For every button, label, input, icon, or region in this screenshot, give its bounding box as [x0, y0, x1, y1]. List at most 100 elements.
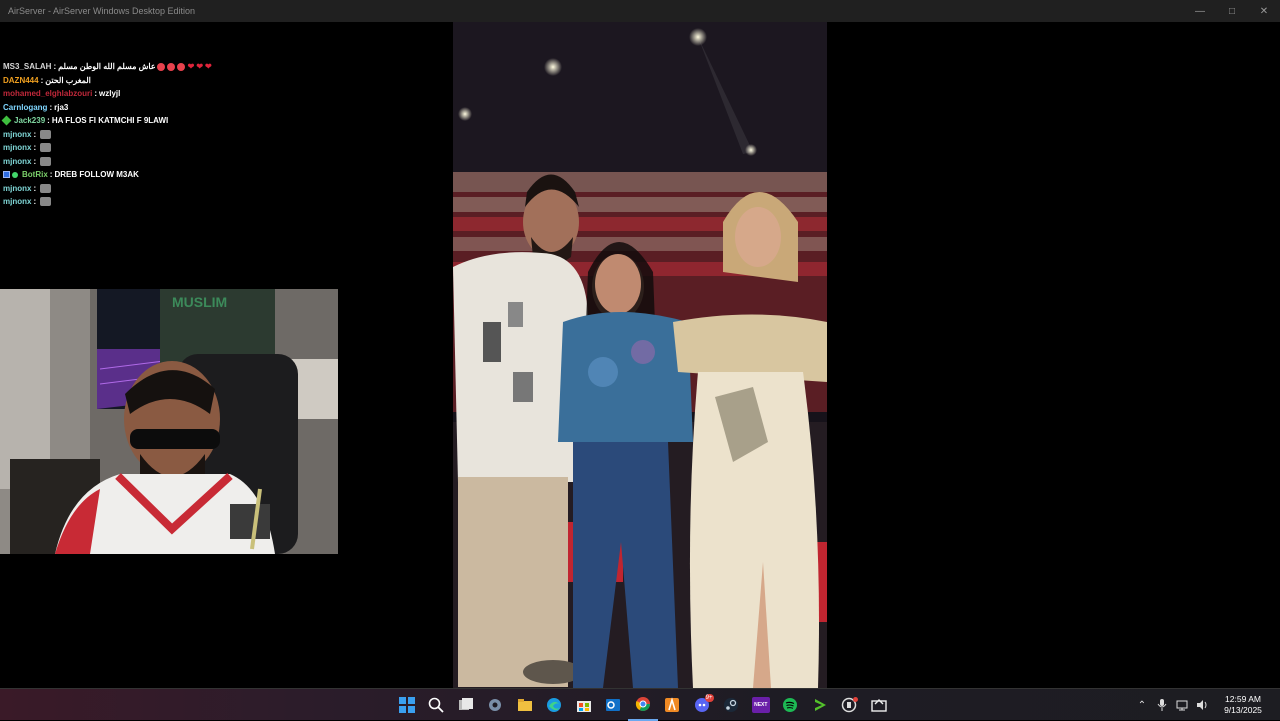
- kick-next-icon: NEXT: [751, 697, 770, 713]
- chat-text: HA FLOS FI KATMCHI F 9LAWI: [51, 116, 169, 126]
- discord-badge: 9+: [704, 694, 714, 702]
- kick-next-label: NEXT: [754, 702, 768, 708]
- chat-username[interactable]: mjnonx: [3, 184, 31, 193]
- chat-message: mohamed_elghlabzouri: wzlyjl: [3, 87, 433, 101]
- chat-text: DREB FOLLOW M3AK: [54, 170, 139, 180]
- microphone-icon: [1157, 699, 1167, 711]
- store-button[interactable]: [569, 689, 599, 721]
- volume-button[interactable]: [1192, 689, 1212, 721]
- chat-username[interactable]: mjnonx: [3, 197, 31, 206]
- window-titlebar: AirServer - AirServer Windows Desktop Ed…: [0, 0, 1280, 22]
- chat-username[interactable]: Carnlogang: [3, 103, 47, 112]
- show-hidden-icons-button[interactable]: ⌃: [1132, 689, 1152, 721]
- app-orange-button[interactable]: [658, 689, 688, 721]
- car-emote-icon: [40, 197, 52, 207]
- clock-date: 9/13/2025: [1224, 705, 1262, 715]
- chat-separator: :: [33, 183, 37, 193]
- heart-emote-icon: ❤: [187, 62, 195, 72]
- subscriber-badge-icon: [1, 115, 12, 126]
- app-orange-icon: [665, 697, 680, 712]
- monitor-app-button[interactable]: [864, 689, 894, 721]
- task-view-button[interactable]: [451, 689, 481, 721]
- chat-username[interactable]: mjnonx: [3, 130, 31, 139]
- chat-message: DAZN444: المغرب الحتن: [3, 74, 433, 88]
- chat-message: Jack239: HA FLOS FI KATMCHI F 9LAWI: [1, 114, 433, 128]
- webcam-image: MUSLIM: [0, 289, 338, 554]
- maximize-button[interactable]: □: [1216, 0, 1248, 22]
- webcam-sign-text: MUSLIM: [172, 294, 227, 310]
- search-button[interactable]: [422, 689, 452, 721]
- microphone-button[interactable]: [1152, 689, 1172, 721]
- chat-message: mjnonx:: [3, 128, 433, 142]
- chat-username[interactable]: DAZN444: [3, 76, 39, 85]
- chat-username[interactable]: mjnonx: [3, 157, 31, 166]
- chat-username[interactable]: mohamed_elghlabzouri: [3, 89, 92, 98]
- clock-time: 12:59 AM: [1225, 694, 1261, 704]
- chevron-up-icon: ⌃: [1137, 699, 1147, 711]
- media-player-button[interactable]: [805, 689, 835, 721]
- chat-username[interactable]: Jack239: [14, 116, 45, 125]
- steam-button[interactable]: [717, 689, 747, 721]
- chat-text: عاش مسلم الله الوطن مسلم: [58, 62, 156, 72]
- close-icon: ✕: [1259, 5, 1269, 17]
- window-title: AirServer - AirServer Windows Desktop Ed…: [8, 6, 196, 16]
- heart-emote-icon: ❤: [196, 62, 204, 72]
- chat-separator: :: [47, 116, 50, 126]
- mirrored-photo: [453, 22, 827, 688]
- monitor-app-icon: [871, 699, 887, 712]
- angry-face-emote-icon: [166, 62, 175, 71]
- notification-dot: [853, 697, 858, 702]
- chat-text: rja3: [54, 102, 69, 112]
- bot-badge-icon: [3, 171, 10, 179]
- outlook-button[interactable]: [599, 689, 629, 721]
- edge-icon: [547, 698, 562, 712]
- car-emote-icon: [40, 156, 52, 166]
- chat-username[interactable]: mjnonx: [3, 143, 31, 152]
- game-bar-button[interactable]: [835, 689, 865, 721]
- minimize-button[interactable]: —: [1184, 0, 1216, 22]
- car-emote-icon: [40, 143, 52, 153]
- edge-button[interactable]: [540, 689, 570, 721]
- verified-badge-icon: [12, 171, 18, 178]
- system-tray: ⌃ 12:59 AM 9/13/2025: [1132, 689, 1280, 721]
- chat-text: المغرب الحتن: [45, 75, 91, 85]
- spotify-icon: [783, 698, 798, 712]
- chat-separator: :: [49, 102, 53, 112]
- file-explorer-button[interactable]: [510, 689, 540, 721]
- webcam-feed: MUSLIM: [0, 289, 338, 554]
- network-button[interactable]: [1172, 689, 1192, 721]
- settings-icon: [489, 699, 502, 711]
- discord-button[interactable]: 9+: [687, 689, 717, 721]
- chat-message: mjnonx:: [3, 155, 433, 169]
- chat-separator: :: [33, 129, 37, 139]
- spotify-button[interactable]: [776, 689, 806, 721]
- chat-message: mjnonx:: [3, 195, 433, 209]
- chat-separator: :: [33, 143, 37, 153]
- maximize-icon: □: [1228, 5, 1236, 17]
- outlook-icon: [606, 699, 621, 711]
- chat-text: wzlyjl: [99, 89, 121, 99]
- search-icon: [428, 697, 444, 713]
- steam-icon: [724, 698, 739, 712]
- heart-emote-icon: ❤: [205, 62, 212, 72]
- chrome-button[interactable]: [628, 689, 658, 721]
- settings-button[interactable]: [481, 689, 511, 721]
- kick-next-button[interactable]: NEXT: [746, 689, 776, 721]
- chat-username[interactable]: BotRix: [22, 170, 48, 179]
- volume-icon: [1197, 700, 1207, 710]
- store-icon: [576, 701, 591, 712]
- close-button[interactable]: ✕: [1248, 0, 1280, 22]
- show-desktop-button[interactable]: [1274, 689, 1280, 721]
- chat-username[interactable]: MS3_SALAH: [3, 62, 51, 71]
- chat-message: mjnonx:: [3, 141, 433, 155]
- car-emote-icon: [40, 129, 52, 139]
- file-explorer-icon: [517, 699, 532, 711]
- chat-message: mjnonx:: [3, 182, 433, 196]
- windows-start-button[interactable]: [392, 689, 422, 721]
- clock[interactable]: 12:59 AM 9/13/2025: [1212, 694, 1274, 716]
- chat-separator: :: [49, 170, 53, 180]
- network-icon: [1176, 700, 1188, 711]
- event-photo-image: [453, 22, 827, 688]
- media-player-icon: [814, 699, 826, 711]
- car-emote-icon: [40, 183, 52, 193]
